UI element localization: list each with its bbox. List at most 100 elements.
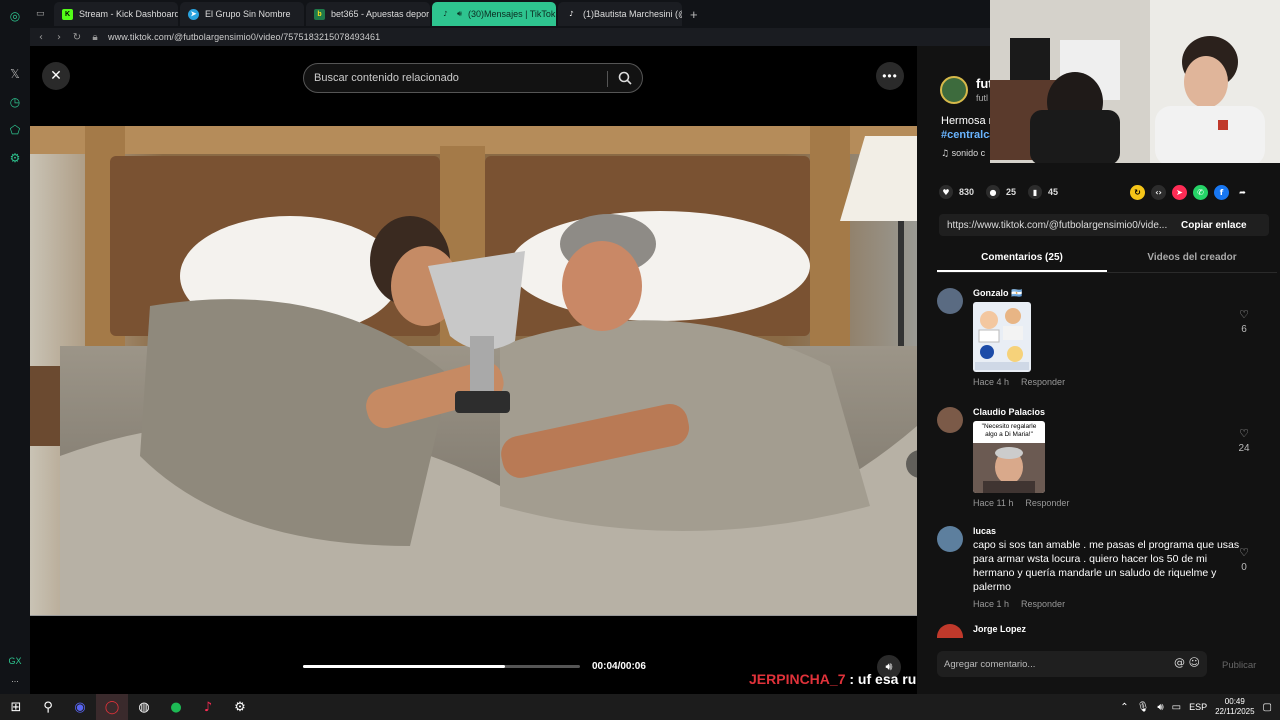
share-icon[interactable]: ➦ xyxy=(1235,185,1250,200)
panel-tabs: Comentarios (25) Videos del creador xyxy=(937,247,1277,273)
heart-icon: ♥ xyxy=(939,185,953,199)
tab-comments[interactable]: Comentarios (25) xyxy=(937,247,1107,272)
tab-kick[interactable]: K Stream - Kick Dashboard xyxy=(54,2,178,26)
sidebar-more-icon[interactable]: ... xyxy=(11,674,19,684)
speaker-icon[interactable]: 🔊︎ xyxy=(457,9,462,19)
network-icon[interactable]: ▭ xyxy=(1172,702,1181,713)
volume-icon[interactable]: 🔊︎ xyxy=(1157,702,1163,713)
new-tab-button[interactable]: + xyxy=(684,7,704,22)
like-count: 830 xyxy=(959,187,975,197)
history-icon[interactable]: ◷ xyxy=(5,92,25,112)
reply-button[interactable]: Responder xyxy=(1021,599,1065,609)
comment-author[interactable]: Gonzalo 🇦🇷 xyxy=(973,288,1022,299)
lock-icon: 🔒︎ xyxy=(92,31,98,43)
video-player[interactable]: ⌃ ✦ xyxy=(30,126,917,616)
comment-input[interactable]: Agregar comentario... @ ☺ xyxy=(937,651,1207,677)
telegram-icon: ➤ xyxy=(188,8,199,20)
avatar[interactable] xyxy=(937,526,963,552)
opera-gx-icon[interactable]: ◯ xyxy=(96,694,128,720)
facebook-icon[interactable]: f xyxy=(1214,185,1229,200)
comment-like-icon[interactable]: ♡ xyxy=(1237,427,1251,440)
progress-fill xyxy=(303,665,506,668)
address-bar: ‹ › ↻ 🔒︎ www.tiktok.com/@futbolargensimi… xyxy=(30,28,990,46)
back-icon[interactable]: ‹ xyxy=(36,32,46,43)
discord-icon[interactable]: ◉ xyxy=(64,694,96,720)
x-twitter-icon[interactable]: 𝕏 xyxy=(5,64,25,84)
publish-button[interactable]: Publicar xyxy=(1222,660,1256,671)
comment-like-icon[interactable]: ♡ xyxy=(1237,546,1251,559)
comment-time: Hace 1 h xyxy=(973,599,1010,609)
comment-meta: Hace 4 h Responder xyxy=(973,377,1077,387)
windows-start-icon[interactable]: ⊞ xyxy=(0,694,32,720)
extensions-icon[interactable]: ⬠ xyxy=(5,120,25,140)
avatar[interactable] xyxy=(937,624,963,638)
clock-date: 22/11/2025 xyxy=(1215,707,1255,716)
like-button[interactable]: ♥ 830 xyxy=(939,185,974,199)
search-placeholder: Buscar contenido relacionado xyxy=(314,72,459,84)
send-to-friend-icon[interactable]: ➤ xyxy=(1172,185,1187,200)
video-frame-image xyxy=(30,126,917,616)
settings-icon[interactable]: ⚙ xyxy=(224,694,256,720)
tab-tiktok-profile[interactable]: ♪ (1)Bautista Marchesini (@ xyxy=(558,2,682,26)
repost-icon[interactable]: ↻ xyxy=(1130,185,1145,200)
whatsapp-icon[interactable]: ✆ xyxy=(1193,185,1208,200)
reply-button[interactable]: Responder xyxy=(1025,498,1069,508)
comment-author[interactable]: Jorge Lopez xyxy=(973,624,1026,634)
tab-icon-generic[interactable]: ▭ xyxy=(32,2,52,26)
reply-button[interactable]: Responder xyxy=(1021,377,1065,387)
comment-button[interactable]: ● 25 xyxy=(986,185,1016,199)
sound-link[interactable]: ♫ sonido c xyxy=(941,148,985,159)
close-icon: ✕ xyxy=(50,68,62,84)
url-field[interactable]: www.tiktok.com/@futbolargensimio0/video/… xyxy=(108,32,380,42)
bet365-icon: b xyxy=(314,8,325,20)
comment-author[interactable]: Claudio Palacios xyxy=(973,407,1045,417)
copy-link-button[interactable]: Copiar enlace xyxy=(1175,220,1247,231)
tab-switcher-icon: ▭ xyxy=(36,9,45,19)
creator-avatar[interactable] xyxy=(940,76,968,104)
share-link-url[interactable]: https://www.tiktok.com/@futbolargensimio… xyxy=(939,220,1175,231)
mention-emoji-icons[interactable]: @ ☺ xyxy=(1174,656,1200,669)
tab-creator-videos[interactable]: Videos del creador xyxy=(1107,247,1277,272)
settings-icon[interactable]: ⚙ xyxy=(5,148,25,168)
comment-sticker-image xyxy=(973,302,1031,372)
related-search-input[interactable]: Buscar contenido relacionado xyxy=(303,63,643,93)
search-icon[interactable]: ⚲ xyxy=(32,694,64,720)
tab-telegram[interactable]: ➤ El Grupo Sin Nombre xyxy=(180,2,304,26)
gx-control-label[interactable]: GX xyxy=(8,656,21,666)
more-options-button[interactable]: ••• xyxy=(876,62,904,90)
save-button[interactable]: ▮ 45 xyxy=(1028,185,1058,199)
comment-like-icon[interactable]: ♡ xyxy=(1237,308,1251,321)
bookmark-icon: ▮ xyxy=(1028,185,1043,199)
reload-icon[interactable]: ↻ xyxy=(72,32,82,43)
tab-label: El Grupo Sin Nombre xyxy=(205,9,291,19)
language-indicator[interactable]: ESP xyxy=(1189,702,1207,712)
tab-label: Stream - Kick Dashboard xyxy=(79,9,178,19)
embed-icon[interactable]: ‹› xyxy=(1151,185,1166,200)
tab-tiktok-messages[interactable]: ♪ 🔊︎ (30)Mensajes | TikTok xyxy=(432,2,556,26)
comment-meta: Hace 1 h Responder xyxy=(973,599,1077,609)
comment-icon: ● xyxy=(986,185,1001,199)
avatar[interactable] xyxy=(937,407,963,433)
tab-bet365[interactable]: b bet365 - Apuestas depor xyxy=(306,2,430,26)
spotify-icon[interactable]: ● xyxy=(160,694,192,720)
forward-icon[interactable]: › xyxy=(54,32,64,43)
clock[interactable]: 00:49 22/11/2025 xyxy=(1215,697,1254,717)
tab-label: (30)Mensajes | TikTok xyxy=(468,9,556,19)
obs-icon[interactable]: ◍ xyxy=(128,694,160,720)
comment-like-count: 6 xyxy=(1241,324,1247,335)
music-note-icon: ♫ xyxy=(941,149,950,159)
video-progress-bar[interactable] xyxy=(303,665,580,668)
comment-time: Hace 11 h xyxy=(973,498,1014,508)
notification-icon[interactable]: ▢ xyxy=(1263,702,1272,713)
opera-logo-icon[interactable]: ◎ xyxy=(5,6,25,26)
kick-icon: K xyxy=(62,8,73,20)
hashtag-link[interactable]: #centralca xyxy=(941,128,995,142)
microphone-icon[interactable]: 🎙︎ xyxy=(1137,702,1150,713)
avatar[interactable] xyxy=(937,288,963,314)
chevron-up-icon[interactable]: ⌃ xyxy=(1120,702,1128,713)
search-icon[interactable] xyxy=(618,71,632,85)
close-button[interactable]: ✕ xyxy=(42,62,70,90)
tiktok-live-icon[interactable]: ♪ xyxy=(192,694,224,720)
webcam-overlay xyxy=(990,0,1280,163)
comment-author[interactable]: lucas xyxy=(973,526,996,536)
